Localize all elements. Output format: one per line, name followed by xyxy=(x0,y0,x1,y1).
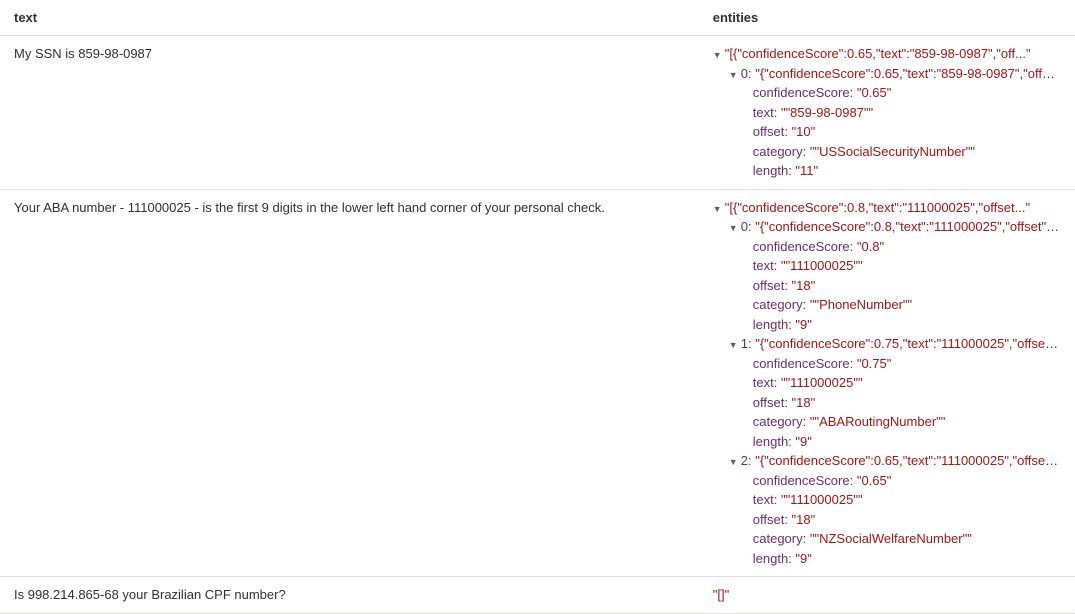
tree-prop-offset: offset: "18" xyxy=(713,510,1061,530)
tree-item-node[interactable]: ▼0: "{"confidenceScore":0.65,"text":"859… xyxy=(713,64,1061,84)
table-row: My SSN is 859-98-0987 ▼"[{"confidenceScor… xyxy=(0,36,1075,190)
cell-text: My SSN is 859-98-0987 xyxy=(0,36,699,190)
tree-prop-category: category: ""PhoneNumber"" xyxy=(713,295,1061,315)
tree-prop-text: text: ""111000025"" xyxy=(713,256,1061,276)
table-row: Is 998.214.865-68 your Brazilian CPF num… xyxy=(0,577,1075,614)
tree-prop-length: length: "9" xyxy=(713,432,1061,452)
col-header-text[interactable]: text xyxy=(0,0,699,36)
expand-caret-icon[interactable]: ▼ xyxy=(729,222,739,236)
json-tree: ▼"[{"confidenceScore":0.8,"text":"111000… xyxy=(713,198,1061,569)
header-row: text entities xyxy=(0,0,1075,36)
tree-prop-confidenceScore: confidenceScore: "0.65" xyxy=(713,471,1061,491)
expand-caret-icon[interactable]: ▼ xyxy=(729,69,739,83)
tree-item-node[interactable]: ▼2: "{"confidenceScore":0.65,"text":"111… xyxy=(713,451,1061,471)
tree-root-node[interactable]: ▼"[{"confidenceScore":0.8,"text":"111000… xyxy=(713,198,1061,218)
json-tree: ▼"[{"confidenceScore":0.65,"text":"859-9… xyxy=(713,44,1061,181)
cell-text: Your ABA number - 111000025 - is the fir… xyxy=(0,189,699,577)
expand-caret-icon[interactable]: ▼ xyxy=(729,339,739,353)
json-tree: "[]" xyxy=(713,585,1061,605)
tree-prop-text: text: ""111000025"" xyxy=(713,373,1061,393)
tree-prop-length: length: "9" xyxy=(713,549,1061,569)
cell-entities: ▼"[{"confidenceScore":0.8,"text":"111000… xyxy=(699,189,1075,577)
tree-prop-category: category: ""USSocialSecurityNumber"" xyxy=(713,142,1061,162)
tree-prop-confidenceScore: confidenceScore: "0.65" xyxy=(713,83,1061,103)
tree-prop-category: category: ""ABARoutingNumber"" xyxy=(713,412,1061,432)
expand-caret-icon[interactable]: ▼ xyxy=(713,49,723,63)
cell-text: Is 998.214.865-68 your Brazilian CPF num… xyxy=(0,577,699,614)
table-row: Your ABA number - 111000025 - is the fir… xyxy=(0,189,1075,577)
expand-caret-icon[interactable]: ▼ xyxy=(713,203,723,217)
cell-entities: "[]" xyxy=(699,577,1075,614)
tree-prop-length: length: "9" xyxy=(713,315,1061,335)
tree-item-node[interactable]: ▼1: "{"confidenceScore":0.75,"text":"111… xyxy=(713,334,1061,354)
tree-prop-length: length: "11" xyxy=(713,161,1061,181)
tree-prop-category: category: ""NZSocialWelfareNumber"" xyxy=(713,529,1061,549)
expand-caret-icon[interactable]: ▼ xyxy=(729,456,739,470)
tree-prop-offset: offset: "18" xyxy=(713,393,1061,413)
tree-item-node[interactable]: ▼0: "{"confidenceScore":0.8,"text":"1110… xyxy=(713,217,1061,237)
tree-prop-offset: offset: "18" xyxy=(713,276,1061,296)
tree-prop-confidenceScore: confidenceScore: "0.8" xyxy=(713,237,1061,257)
col-header-entities[interactable]: entities xyxy=(699,0,1075,36)
cell-entities: ▼"[{"confidenceScore":0.65,"text":"859-9… xyxy=(699,36,1075,190)
tree-prop-offset: offset: "10" xyxy=(713,122,1061,142)
tree-prop-text: text: ""859-98-0987"" xyxy=(713,103,1061,123)
results-table: text entities My SSN is 859-98-0987 ▼"[{"… xyxy=(0,0,1075,614)
tree-root-node[interactable]: ▼"[{"confidenceScore":0.65,"text":"859-9… xyxy=(713,44,1061,64)
tree-prop-text: text: ""111000025"" xyxy=(713,490,1061,510)
empty-array: "[]" xyxy=(713,585,1061,605)
tree-prop-confidenceScore: confidenceScore: "0.75" xyxy=(713,354,1061,374)
